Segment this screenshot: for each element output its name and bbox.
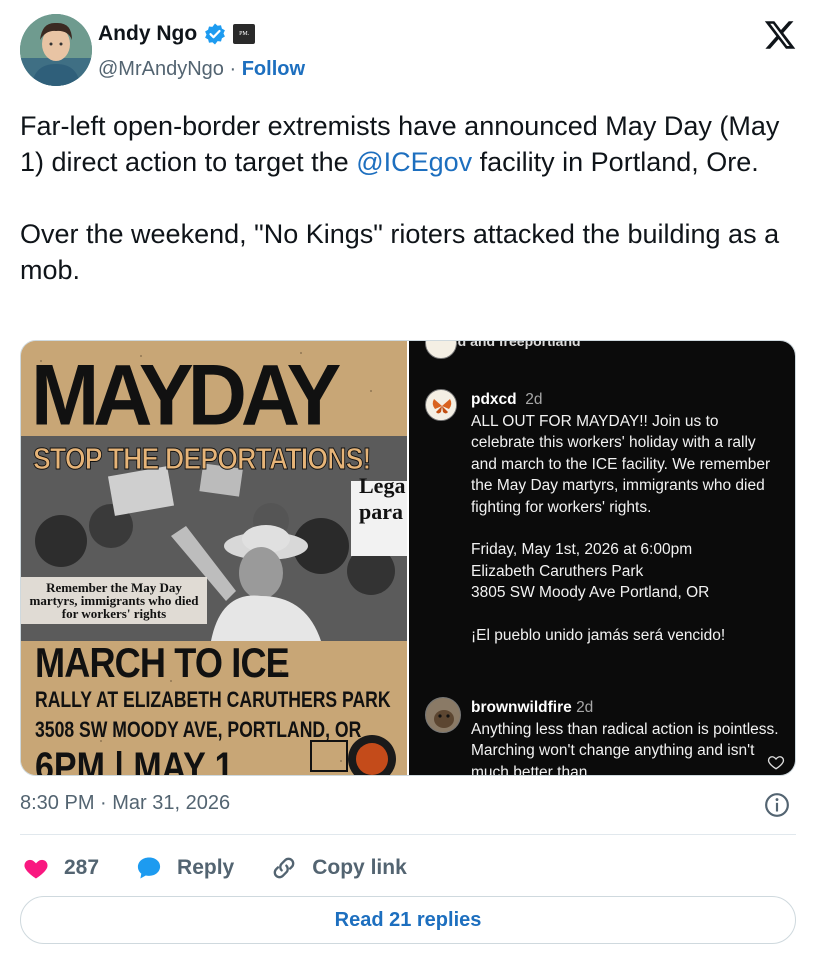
read-replies-button[interactable]: Read 21 replies: [20, 896, 796, 944]
poster-time: 6PM | MAY 1: [35, 745, 234, 776]
tweet-media[interactable]: MAYDAY STOP THE DEPORTATIONS! Lega para …: [20, 340, 796, 776]
ig-comment-park: Elizabeth Caruthers Park: [471, 562, 644, 580]
author-name[interactable]: Andy Ngo: [98, 22, 197, 46]
ig-avatar-top: [425, 341, 457, 359]
butterfly-icon: [427, 391, 456, 420]
tweet-text: Far-left open-border extremists have ann…: [20, 108, 810, 288]
tweet-header: Andy Ngo PM. @MrAndyNgo · Follow: [20, 14, 800, 90]
mayday-poster-image[interactable]: MAYDAY STOP THE DEPORTATIONS! Lega para …: [21, 341, 407, 776]
instagram-screenshot-image[interactable]: pdxcd and freeportland pdxcd 2d ALL OUT …: [409, 341, 795, 776]
poster-remember-caption: Remember the May Day martyrs, immigrants…: [21, 577, 207, 624]
ig-comment-address: 3805 SW Moody Ave Portland, OR: [471, 584, 710, 601]
poster-headline: MAYDAY: [31, 347, 341, 444]
author-avatar[interactable]: [20, 14, 92, 86]
poster-sign-text-2: para: [359, 499, 403, 524]
ig-comment-slogan: ¡El pueblo unido jamás será vencido!: [471, 626, 726, 644]
heart-outline-icon: [767, 756, 785, 770]
author-name-row: Andy Ngo PM.: [98, 22, 256, 46]
follow-button[interactable]: Follow: [242, 58, 305, 80]
reply-label: Reply: [177, 856, 235, 879]
poster-march-title: MARCH TO ICE: [35, 639, 290, 686]
x-logo-icon[interactable]: [762, 18, 798, 52]
poster-sign-text-1: Lega: [359, 473, 406, 498]
ig-time: 2d: [525, 391, 543, 408]
separator-dot: ·: [229, 58, 237, 80]
ig-comment-pdxcd: pdxcd 2d ALL OUT FOR MAYDAY!! Join us to…: [471, 389, 781, 646]
reply-bubble-icon: [137, 857, 161, 879]
ig-comment-text: Anything less than radical action is poi…: [471, 720, 779, 776]
like-button[interactable]: 287: [22, 854, 99, 882]
heart-icon: [24, 859, 48, 879]
tweet-actions: 287 Reply Copy link: [22, 850, 443, 886]
ig-time: 2d: [576, 699, 594, 716]
tweet-paragraph-2: Over the weekend, "No Kings" rioters att…: [20, 219, 780, 285]
poster-rally-location: RALLY AT ELIZABETH CARUTHERS PARK: [35, 687, 391, 712]
ig-username: pdxcd: [471, 391, 517, 408]
like-count: 287: [64, 856, 100, 879]
tweet-timestamp[interactable]: 8:30 PM · Mar 31, 2026: [20, 792, 230, 815]
link-icon: [273, 857, 295, 879]
copy-link-label: Copy link: [312, 856, 407, 879]
ig-comment-text: ALL OUT FOR MAYDAY!! Join us to celebrat…: [471, 412, 771, 516]
avatar-illustration: [20, 14, 92, 86]
verified-badge-icon: [205, 23, 226, 45]
author-handle[interactable]: @MrAndyNgo: [98, 58, 224, 80]
poster-subhead: STOP THE DEPORTATIONS!: [33, 441, 372, 477]
author-handle-row: @MrAndyNgo · Follow: [98, 58, 305, 81]
affiliate-badge-icon: PM.: [233, 24, 256, 44]
ig-avatar-pdxcd: [425, 389, 457, 421]
info-icon[interactable]: [764, 792, 790, 818]
mention-link[interactable]: @ICEgov: [356, 147, 472, 177]
ig-username: brownwildfire: [471, 699, 572, 716]
ig-comment-date: Friday, May 1st, 2026 at 6:00pm: [471, 541, 693, 558]
ig-comment-brownwildfire: brownwildfire 2d Anything less than radi…: [471, 697, 781, 776]
reply-button[interactable]: Reply: [135, 854, 234, 882]
copy-link-button[interactable]: Copy link: [270, 854, 407, 882]
poster-address: 3508 SW MOODY AVE, PORTLAND, OR: [35, 717, 362, 742]
divider: [20, 834, 796, 835]
tweet-paragraph-1: Far-left open-border extremists have ann…: [20, 111, 780, 177]
dog-avatar-icon: [426, 698, 460, 732]
ig-avatar-brownwildfire: [425, 697, 461, 733]
